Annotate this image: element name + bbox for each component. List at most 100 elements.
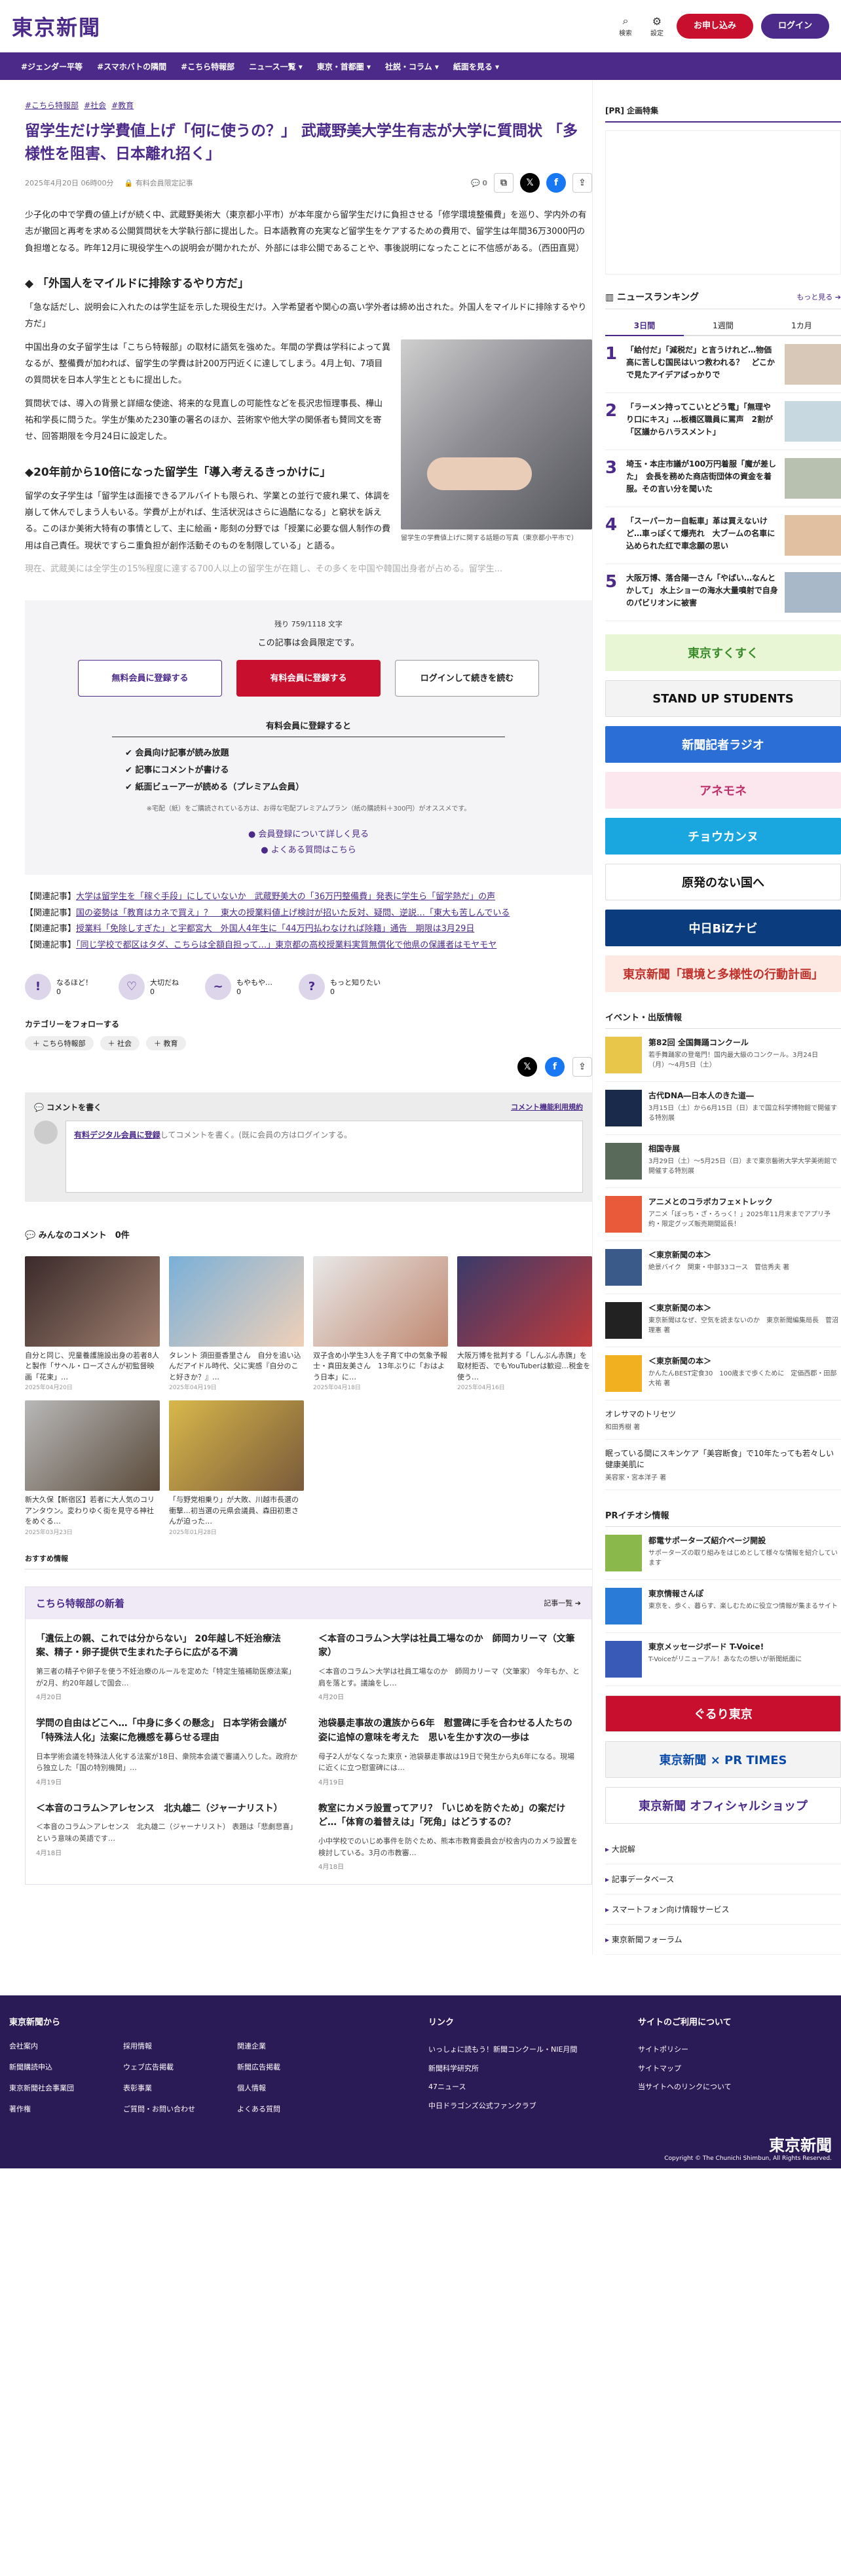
ranking-tab[interactable]: 1カ月 [762,316,841,336]
footer-link[interactable]: 新聞購読申込 [9,2062,107,2072]
apply-button[interactable]: お申し込み [676,13,753,39]
ranking-tab[interactable]: 3日間 [605,316,684,336]
free-register-button[interactable]: 無料会員に登録する [78,659,222,697]
article-photo[interactable] [401,339,592,529]
footer-link[interactable]: ウェブ広告掲載 [123,2062,221,2072]
facebook-share-icon[interactable]: f [546,173,566,193]
promo-banner[interactable]: アネモネ [605,772,841,809]
x-share-icon[interactable]: 𝕏 [517,1056,537,1077]
list-item[interactable]: 「遺伝上の親、これでは分からない」 20年越し不妊治療法案、精子・卵子提供で生ま… [36,1632,299,1702]
footer-link[interactable]: 個人情報 [237,2083,335,2093]
reaction-button[interactable]: ~ もやもや… 0 [205,973,272,1000]
follow-chip[interactable]: ＋ 教育 [146,1035,186,1050]
ranking-item[interactable]: 3 埼玉・本庄市議が100万円着服「魔が差した」 会長を務めた商店街団体の資金を着… [605,450,841,507]
ranking-item[interactable]: 2 「ラーメン持ってこいとどう電」「無理やり口にキス」…板橋区職員に罵声 2割が「… [605,393,841,450]
footer-link[interactable]: 当サイトへのリンクについて [638,2078,823,2097]
facebook-share-icon[interactable]: f [545,1056,565,1077]
reaction-button[interactable]: ? もっと知りたい 0 [299,973,381,1000]
register-link[interactable]: 有料デジタル会員に登録 [74,1130,160,1140]
list-item[interactable]: 池袋暴走事故の遺族から6年 慰霊碑に手を合わせる人たちの姿に追悼の意味を考えた … [318,1717,581,1786]
nav-item[interactable]: 東京・首都圏 ▾ [317,61,371,72]
nav-item[interactable]: 紙面を見る ▾ [453,61,499,72]
footer-link[interactable]: サイトマップ [638,2060,823,2079]
promo-banner[interactable]: STAND UP STUDENTS [605,680,841,717]
footer-link[interactable]: サイトポリシー [638,2041,823,2060]
ranking-tab[interactable]: 1週間 [683,316,762,336]
ranking-more-link[interactable]: もっと見る ➔ [796,292,841,302]
related-link[interactable]: 「同じ学校で都区はタダ、こちらは全額自担って…」東京都の高校授業料実質無償化で他… [76,940,496,950]
ranking-item[interactable]: 4 「スーパーカー自転車」革は買えないけど…車っぽくて爆売れ 大ブームの名車に込め… [605,507,841,564]
list-item[interactable]: 自分と同じ、児童養護施設出身の若者8人と製作「サヘル・ローズさんが初監督映画「花… [25,1256,160,1391]
footer-link[interactable]: 会社案内 [9,2041,107,2051]
list-item[interactable]: 相国寺展 3月29日（土）〜5月25日（日）まで東京藝術大学大学美術館で開催する特… [605,1135,841,1188]
nav-item[interactable]: #こちら特報部 [181,61,234,72]
promo-banner[interactable]: 東京すくすく [605,634,841,671]
list-item[interactable]: 東京情報さんぽ 東京を、歩く、暮らす、楽しむために役立つ情報が集まるサイト [605,1580,841,1633]
list-item[interactable]: 「与野党相乗り」が大敗、川越市長選の衝撃…初当選の元県会議員、森田初恵さんが迫っ… [169,1400,304,1536]
tag-link[interactable]: #教育 [111,100,134,111]
tag-link[interactable]: #こちら特報部 [25,100,79,111]
related-link[interactable]: 授業料「免除しすぎた」と宇都宮大 外国人4年生に「44万円払わなければ除籍」通告… [76,924,474,934]
login-to-read-button[interactable]: ログインして続きを読む [395,659,539,697]
footer-link[interactable]: 47ニュース [428,2078,620,2097]
comment-rules-link[interactable]: コメント機能利用規約 [511,1102,583,1113]
reaction-button[interactable]: ! なるほど！ 0 [25,973,92,1000]
list-item[interactable]: ＜本音のコラム＞アレセンス 北丸雄二（ジャーナリスト） ＜本音のコラム＞アレセンス… [36,1802,299,1872]
list-item[interactable]: 眠っている間にスキンケア「美容断食」で10年たっても若々しい健康美肌に 美容家・宮… [605,1440,841,1490]
footer-link[interactable]: 新聞科学研究所 [428,2060,620,2079]
login-button[interactable]: ログイン [760,13,829,39]
promo-banner[interactable]: 中日BiZナビ [605,910,841,946]
footer-logo[interactable]: 東京新聞 [9,2132,832,2155]
list-item[interactable]: 第82回 全国舞踊コンクール 若手舞踊家の登竜門！国内最大級のコンクール。3月24… [605,1029,841,1082]
list-item[interactable]: ＜東京新聞の本＞ かんたんBEST定食30 100歳まで歩くために 定価西郡・田部… [605,1347,841,1400]
ranking-item[interactable]: 5 大阪万博、落合陽一さん「やばい…なんとかして」 水上ショーの海水大量噴射で自身… [605,564,841,621]
pr-banner[interactable]: 東京新聞 × PR TIMES [605,1741,841,1778]
list-item[interactable]: 学問の自由はどこへ…「中身に多くの懸念」 日本学術会議が「特殊法人化」法案に危機… [36,1717,299,1786]
footer-link[interactable]: いっしょに読もう！新聞コンクール・NIE月間 [428,2041,620,2060]
sidebar-link[interactable]: 大説解 [605,1834,841,1864]
footer-link[interactable]: よくある質問 [237,2104,335,2114]
sidebar-link[interactable]: 東京新聞フォーラム [605,1925,841,1955]
list-item[interactable]: ＜東京新聞の本＞ 絶景バイク 関東・中部33コース 菅信秀夫 著 [605,1241,841,1294]
footer-link[interactable]: 関連企業 [237,2041,335,2051]
comment-input[interactable]: 有料デジタル会員に登録してコメントを書く。(既に会員の方はログインする。 [65,1120,583,1193]
promo-banner[interactable]: 東京新聞「環境と多様性の行動計画」 [605,955,841,992]
tag-link[interactable]: #社会 [84,100,106,111]
nav-item[interactable]: #ジェンダー平等 [21,61,83,72]
list-item[interactable]: オレサマのトリセツ 和田秀樹 著 [605,1400,841,1440]
footer-link[interactable]: 採用情報 [123,2041,221,2051]
footer-link[interactable]: 表彰事業 [123,2083,221,2093]
list-item[interactable]: 新大久保【新宿区】若者に大人気のコリアンタウン。変わりゆく街を見守る神社をめぐる… [25,1400,160,1536]
comment-count-button[interactable]: 💬 0 [471,179,487,187]
list-item[interactable]: ＜本音のコラム＞大学は社員工場なのか 師岡カリーマ（文筆家） ＜本音のコラム＞大学… [318,1632,581,1702]
list-item[interactable]: 大阪万博を批判する「しんぶん赤旗」を取材拒否、でもYouTuberは歓迎…税金を… [457,1256,592,1391]
list-item[interactable]: タレント 須田亜香里さん 自分を追い込んだアイドル時代、父に実感『自分のこと好き… [169,1256,304,1391]
search-button[interactable]: ⌕ 検索 [614,14,637,37]
site-logo[interactable]: 東京新聞 [12,11,101,41]
reaction-button[interactable]: ♡ 大切だね 0 [119,973,179,1000]
ranking-item[interactable]: 1 「給付だ」「減税だ」と言うけれど…物価高に苦しむ国民はいつ救われる？ どこかで… [605,336,841,393]
follow-chip[interactable]: ＋ 社会 [100,1035,140,1050]
sidebar-link[interactable]: スマートフォン向け情報サービス [605,1894,841,1925]
footer-link[interactable]: 新聞広告掲載 [237,2062,335,2072]
membership-details-link[interactable]: ● 会員登録について詳しく見る [38,827,579,843]
x-share-icon[interactable]: 𝕏 [520,173,540,193]
sidebar-link[interactable]: 記事データベース [605,1864,841,1894]
promo-banner[interactable]: チョウカンヌ [605,818,841,855]
faq-link[interactable]: ● よくある質問はこちら [38,843,579,859]
related-link[interactable]: 国の姿勢は「教育はカネで買え」？ 東大の授業料値上げ検討が招いた反対、疑問、逆説… [76,908,510,918]
share-icon[interactable]: ⇪ [572,173,592,193]
related-link[interactable]: 大学は留学生を「稼ぐ手段」にしていないか 武蔵野美大の「36万円整備費」発表に学… [76,892,495,902]
bookmark-icon[interactable]: ⧉ [494,173,514,193]
list-item[interactable]: 教室にカメラ設置ってアリ？「いじめを防ぐため」の案だけど…「体育の着替えは」「死… [318,1802,581,1872]
nav-item[interactable]: 社説・コラム ▾ [385,61,439,72]
list-item[interactable]: 双子含め小学生3人を子育て中の気象予報士・真田友美さん 13年ぶりに「おはよう日… [313,1256,448,1391]
follow-chip[interactable]: ＋ こちら特報部 [25,1035,94,1050]
list-item[interactable]: アニメとのコラボカフェ×トレック アニメ「ぼっち・ざ・ろっく！」2025年11月末… [605,1188,841,1241]
share-icon[interactable]: ⇪ [572,1056,592,1077]
settings-button[interactable]: ⚙ 設定 [645,15,669,37]
pr-banner[interactable]: 東京新聞 オフィシャルショップ [605,1787,841,1824]
footer-link[interactable]: 中日ドラゴンズ公式ファンクラブ [428,2097,620,2116]
footer-link[interactable]: ご質問・お問い合わせ [123,2104,221,2114]
pr-ad-slot[interactable] [605,130,841,275]
